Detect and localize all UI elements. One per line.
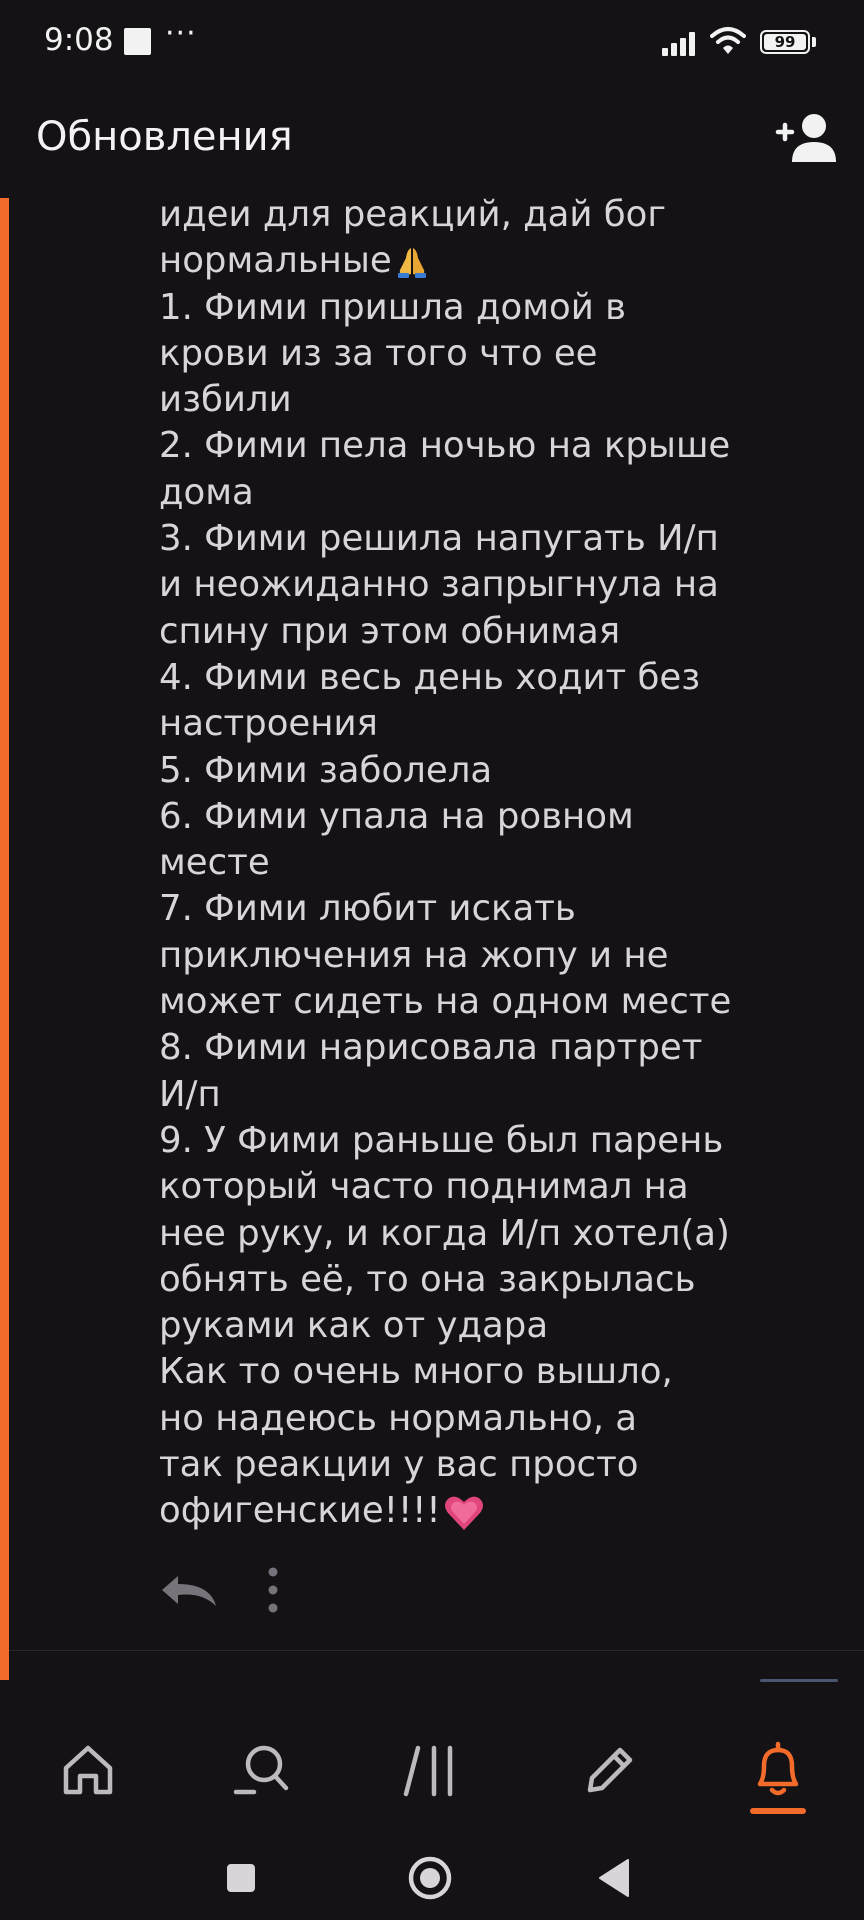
message-line: 8. Фими нарисовала партрет [159,1027,703,1069]
message-line: который часто поднимал на [159,1166,689,1208]
message-line: месте [159,842,270,884]
message-actions [158,1562,358,1622]
message-line: и неожиданно запрыгнула на [159,564,719,606]
folded-hands-emoji [397,248,426,279]
message-line: 5. Фими заболела [159,749,493,791]
page-title: Обновления [36,114,293,160]
system-nav-bar [0,1830,864,1920]
add-user-icon[interactable] [774,110,838,166]
home-icon[interactable] [56,1738,120,1802]
message-line: 2. Фими пела ночью на крыше [159,425,731,467]
battery-tip [812,37,816,47]
signal-icon [662,30,702,56]
message-line: спину при этом обнимая [159,610,621,652]
message-line: 1. Фими пришла домой в [159,286,626,328]
message-line: 4. Фими весь день ходит без [159,656,701,698]
message-line: но надеюсь нормально, а [159,1397,638,1439]
battery-level: 99 [764,34,806,50]
wifi-icon [710,27,746,54]
status-time: 9:08 [44,22,114,58]
message-line: офигенские!!!! [159,1488,759,1534]
message-body: идеи для реакций, дай бог нормальные 1. … [159,192,759,1535]
home-circle-icon[interactable] [402,1850,458,1906]
message-line: так реакции у вас просто [159,1444,639,1486]
divider [9,1650,864,1651]
edit-icon[interactable] [576,1738,640,1802]
message-line: 9. У Фими раньше был парень [159,1119,724,1161]
message-line: идеи для реакций, дай бог [159,194,667,235]
message-line: 7. Фими любит искать [159,888,576,930]
message-line: дома [159,471,254,513]
message-line: руками как от удара [159,1305,549,1347]
status-bar: 9:08 ··· 99 [0,0,864,88]
message-line: обнять её, то она закрылась [159,1258,696,1300]
notification-square-icon [124,28,151,55]
message-line: крови из за того что ее [159,332,598,374]
message-line: нее руку, и когда И/п хотел(а) [159,1212,730,1254]
back-triangle-icon[interactable] [588,1850,644,1906]
active-tab-indicator [750,1808,806,1814]
message-line: приключения на жопу и не [159,934,669,976]
unread-accent-bar [0,198,9,1680]
message-line: И/п [159,1073,221,1115]
message-line: 6. Фими упала на ровном [159,795,634,837]
more-notifications-icon: ··· [165,16,197,51]
bottom-tab-bar [0,1720,864,1820]
message-line: 3. Фими решила напугать И/п [159,518,719,560]
more-vertical-icon[interactable] [258,1564,288,1616]
bell-icon[interactable] [746,1738,810,1802]
reply-icon[interactable] [158,1568,220,1612]
battery-icon: 99 [760,30,810,54]
feed-icon[interactable] [400,1738,464,1802]
message-line: избили [159,379,292,421]
message-line: нормальные [159,238,759,284]
message-line: Как то очень много вышло, [159,1351,673,1393]
growing-heart-emoji [444,1496,483,1531]
recents-square-icon[interactable] [213,1850,269,1906]
message-line: может сидеть на одном месте [159,981,732,1023]
message-line: настроения [159,703,378,745]
scrollbar[interactable] [760,1679,838,1682]
search-icon[interactable] [230,1738,294,1802]
app-header: Обновления [0,88,864,198]
